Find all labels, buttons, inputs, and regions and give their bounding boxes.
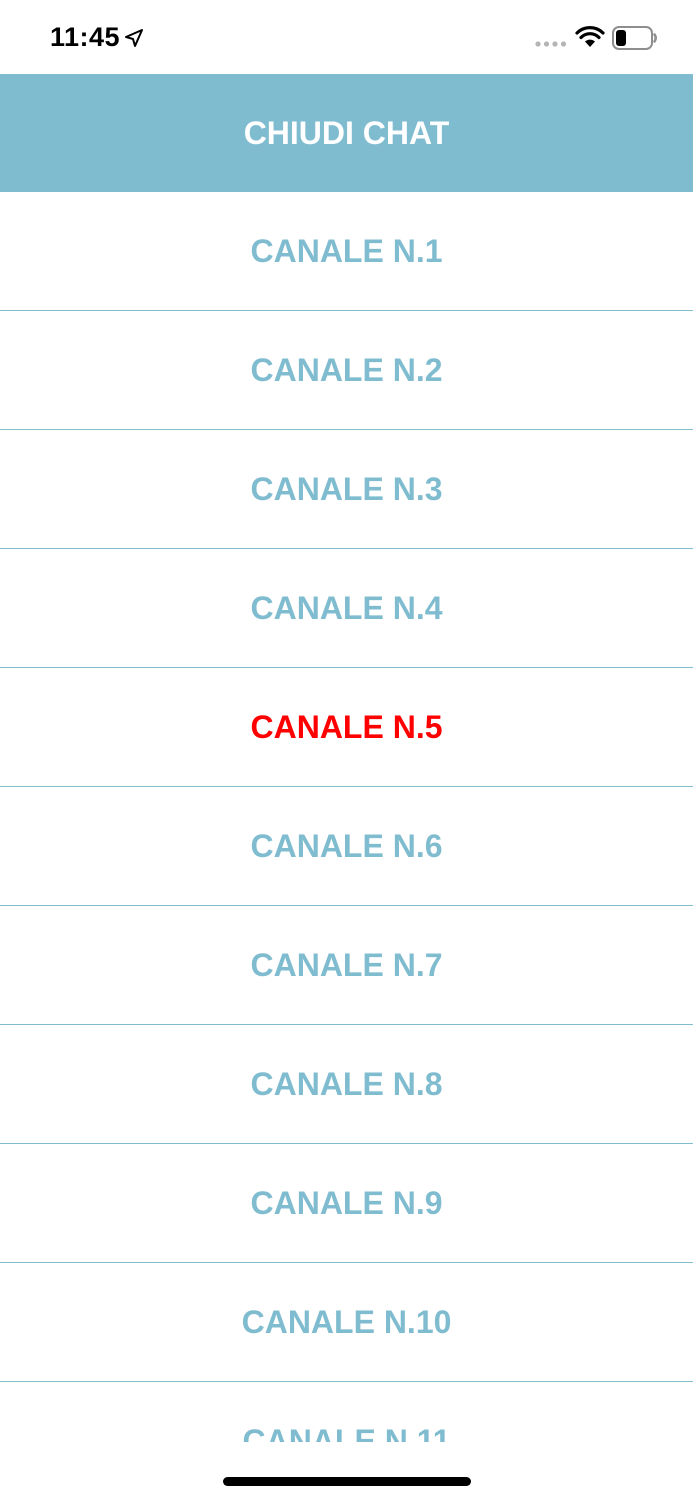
status-time: 11:45 — [50, 22, 121, 52]
close-chat-label: CHIUDI CHAT — [243, 114, 450, 151]
wifi-icon — [575, 26, 605, 47]
channel-item-1[interactable]: CANALE N.1 — [0, 192, 693, 311]
channel-label: CANALE N.9 — [250, 1184, 443, 1221]
channel-item-11[interactable]: CANALE N.11 — [0, 1382, 693, 1443]
channel-label: CANALE N.2 — [250, 351, 443, 388]
channel-item-4[interactable]: CANALE N.4 — [0, 549, 693, 668]
channel-item-2[interactable]: CANALE N.2 — [0, 311, 693, 430]
battery-low-icon — [612, 26, 657, 50]
channel-item-10[interactable]: CANALE N.10 — [0, 1263, 693, 1382]
channel-item-7[interactable]: CANALE N.7 — [0, 906, 693, 1025]
channel-label: CANALE N.3 — [250, 470, 443, 507]
channel-label: CANALE N.11 — [242, 1422, 451, 1443]
channel-label: CANALE N.5 — [250, 708, 443, 745]
channel-item-6[interactable]: CANALE N.6 — [0, 787, 693, 906]
channel-label: CANALE N.7 — [250, 946, 443, 983]
channel-list[interactable]: CANALE N.1 CANALE N.2 CANALE N.3 CANALE … — [0, 192, 693, 1442]
location-arrow-icon — [125, 29, 143, 47]
channel-item-5[interactable]: CANALE N.5 — [0, 668, 693, 787]
channel-item-9[interactable]: CANALE N.9 — [0, 1144, 693, 1263]
channel-label: CANALE N.1 — [250, 232, 443, 269]
close-chat-button[interactable]: CHIUDI CHAT — [0, 74, 693, 192]
status-bar: 11:45 — [0, 0, 693, 74]
signal-dots-icon — [535, 41, 567, 47]
channel-label: CANALE N.6 — [250, 827, 443, 864]
home-indicator[interactable] — [223, 1477, 471, 1486]
channel-label: CANALE N.10 — [241, 1303, 452, 1340]
channel-item-8[interactable]: CANALE N.8 — [0, 1025, 693, 1144]
channel-item-3[interactable]: CANALE N.3 — [0, 430, 693, 549]
channel-label: CANALE N.4 — [250, 589, 443, 626]
channel-label: CANALE N.8 — [250, 1065, 443, 1102]
